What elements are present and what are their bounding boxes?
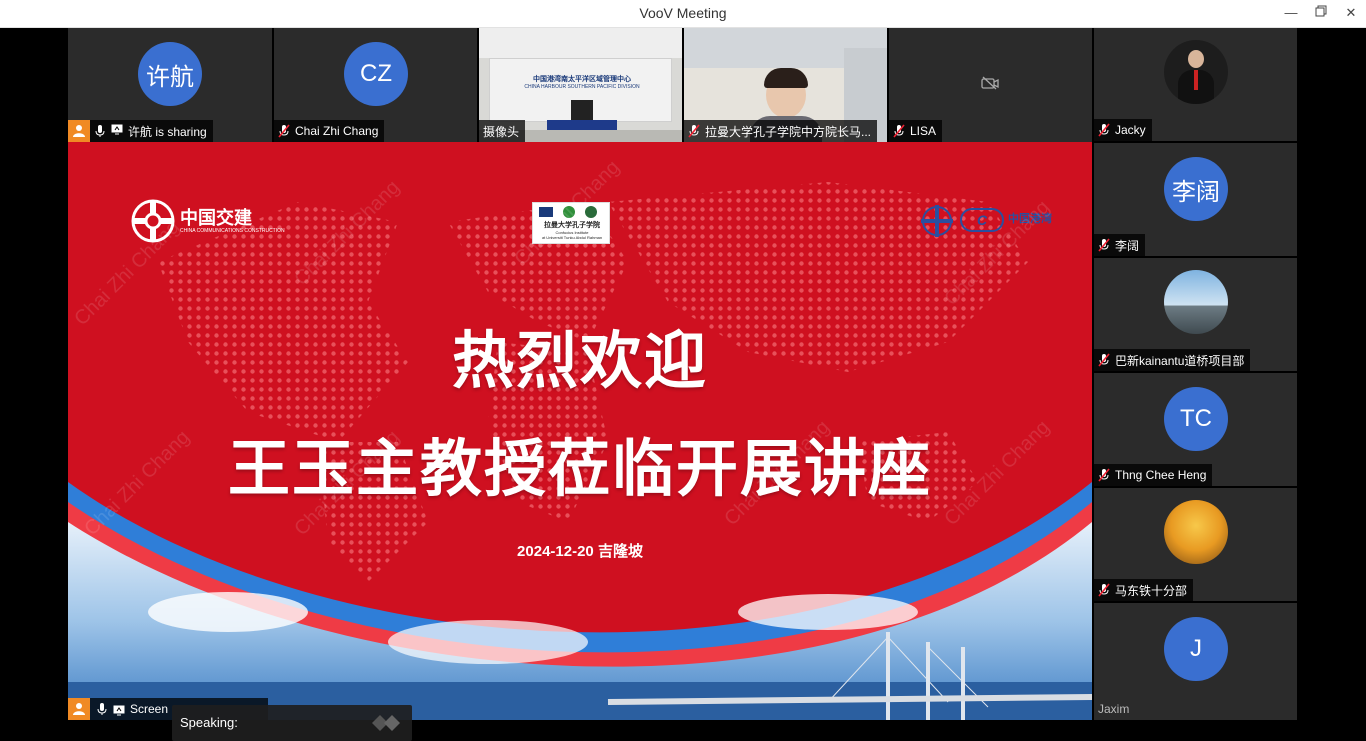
- self-label: Screen: [130, 702, 169, 716]
- avatar: J: [1164, 617, 1228, 681]
- podium: [571, 100, 593, 120]
- avatar-photo: [1164, 40, 1228, 104]
- cccc-logo-text: 中国交建: [180, 208, 252, 228]
- participant-name-tag: 摄像头: [479, 120, 526, 142]
- participant-name-tag: LISA: [889, 120, 943, 142]
- participant-tile[interactable]: 李阔 李阔: [1094, 143, 1297, 256]
- presenter-icon: [68, 120, 90, 142]
- participant-name: 李阔: [1115, 238, 1140, 253]
- microphone-muted-icon: [278, 124, 290, 138]
- microphone-muted-icon: [1098, 123, 1110, 137]
- participant-name: 许航 is sharing: [128, 124, 207, 139]
- backdrop-subtext: CHINA HARBOUR SOUTHERN PACIFIC DIVISION: [524, 84, 640, 90]
- participant-name-tag: 许航 is sharing: [90, 120, 213, 142]
- participant-name: Jacky: [1115, 123, 1146, 137]
- microphone-muted-icon: [893, 124, 905, 138]
- participant-name-tag: 巴新kainantu道桥项目部: [1094, 349, 1251, 371]
- microphone-muted-icon: [1098, 583, 1110, 597]
- ceiling: [479, 28, 682, 58]
- meeting-stage: 许航 许航 is sharing CZ Chai Zhi Chang 中国港湾南…: [0, 28, 1366, 741]
- participant-name-tag: Thng Chee Heng: [1094, 464, 1213, 486]
- participant-tile[interactable]: Jacky: [1094, 28, 1297, 141]
- hanban-icon: [539, 207, 553, 217]
- participant-name-tag: 马东铁十分部: [1094, 579, 1194, 601]
- camera-off-icon: [981, 76, 999, 90]
- microphone-muted-icon: [1098, 468, 1110, 482]
- participant-name: Jaxim: [1098, 702, 1130, 716]
- cccc-logo-subtext: CHINA COMMUNICATIONS CONSTRUCTION: [180, 228, 285, 234]
- confucius-institute-logo: 拉曼大学孔子学院 Confucius Institute at Universi…: [532, 202, 610, 244]
- participant-tile[interactable]: 巴新kainantu道桥项目部: [1094, 258, 1297, 371]
- chec-logo-icon: [920, 204, 954, 238]
- shared-screen[interactable]: 中国交建 CHINA COMMUNICATIONS CONSTRUCTION 拉…: [68, 142, 1092, 720]
- slide-headline: 热烈欢迎: [451, 327, 708, 396]
- window-titlebar: VooV Meeting — ✕: [0, 0, 1366, 28]
- microphone-muted-icon: [688, 124, 700, 138]
- participant-tile[interactable]: TC Thng Chee Heng: [1094, 373, 1297, 486]
- participant-name: Chai Zhi Chang: [295, 124, 379, 138]
- participant-name-tag: 拉曼大学孔子学院中方院长马...: [684, 120, 878, 142]
- participant-tile[interactable]: CZ Chai Zhi Chang: [274, 28, 477, 142]
- speaking-avatar-icon: [368, 713, 404, 733]
- slide-date-location: 2024-12-20 吉隆坡: [517, 543, 643, 560]
- avatar: 许航: [138, 42, 202, 106]
- microphone-muted-icon: [1098, 238, 1110, 252]
- participant-name: 摄像头: [483, 124, 520, 139]
- university-seal-icon: [585, 206, 597, 218]
- window-title: VooV Meeting: [639, 5, 727, 21]
- avatar: TC: [1164, 387, 1228, 451]
- backdrop-text: 中国港湾南太平洋区域管理中心: [533, 76, 631, 83]
- minimize-icon[interactable]: —: [1280, 3, 1302, 23]
- participant-name: 拉曼大学孔子学院中方院长马...: [705, 124, 872, 139]
- participant-name-tag: Chai Zhi Chang: [274, 120, 385, 142]
- microphone-muted-icon: [1098, 353, 1110, 367]
- confucius-logo-text: 拉曼大学孔子学院: [544, 222, 600, 229]
- avatar: CZ: [344, 42, 408, 106]
- participant-video-tile[interactable]: 拉曼大学孔子学院中方院长马...: [684, 28, 887, 142]
- participant-tile[interactable]: 许航 许航 is sharing: [68, 28, 272, 142]
- participant-name: 巴新kainantu道桥项目部: [1115, 353, 1245, 368]
- cccc-logo-icon: [130, 198, 176, 244]
- chec-badge: C: [960, 208, 1004, 232]
- participant-name: 马东铁十分部: [1115, 583, 1188, 598]
- microphone-icon: [94, 124, 106, 138]
- chec-logo-text: 中国港湾: [1008, 213, 1052, 225]
- microphone-icon: [96, 702, 108, 716]
- participant-name-tag: Jaxim: [1094, 698, 1135, 720]
- person-hair: [764, 68, 808, 88]
- participant-tile[interactable]: 马东铁十分部: [1094, 488, 1297, 601]
- restore-icon[interactable]: [1310, 3, 1332, 23]
- slide-subheadline: 王玉主教授莅临开展讲座: [227, 435, 932, 504]
- avatar: 李阔: [1164, 157, 1228, 221]
- participant-name-tag: 李阔: [1094, 234, 1146, 256]
- participant-tile[interactable]: LISA: [889, 28, 1092, 142]
- participant-video-tile[interactable]: 中国港湾南太平洋区域管理中心 CHINA HARBOUR SOUTHERN PA…: [479, 28, 682, 142]
- screen-share-icon: [113, 703, 125, 721]
- speaking-indicator: Speaking:: [172, 705, 412, 741]
- close-icon[interactable]: ✕: [1340, 3, 1362, 23]
- stage-table: [547, 120, 617, 130]
- utar-icon: [563, 206, 575, 218]
- participant-name: LISA: [910, 124, 937, 138]
- participant-name-tag: Jacky: [1094, 119, 1152, 141]
- participant-name: Thng Chee Heng: [1115, 468, 1207, 482]
- confucius-logo-subtext-2: at Universiti Tunku Abdul Rahman: [541, 235, 603, 240]
- speaking-label: Speaking:: [180, 715, 238, 730]
- avatar-photo: [1164, 270, 1228, 334]
- screen-share-icon: [111, 124, 123, 138]
- avatar-photo: [1164, 500, 1228, 564]
- presenter-icon: [68, 698, 90, 720]
- participant-tile[interactable]: J Jaxim: [1094, 603, 1297, 720]
